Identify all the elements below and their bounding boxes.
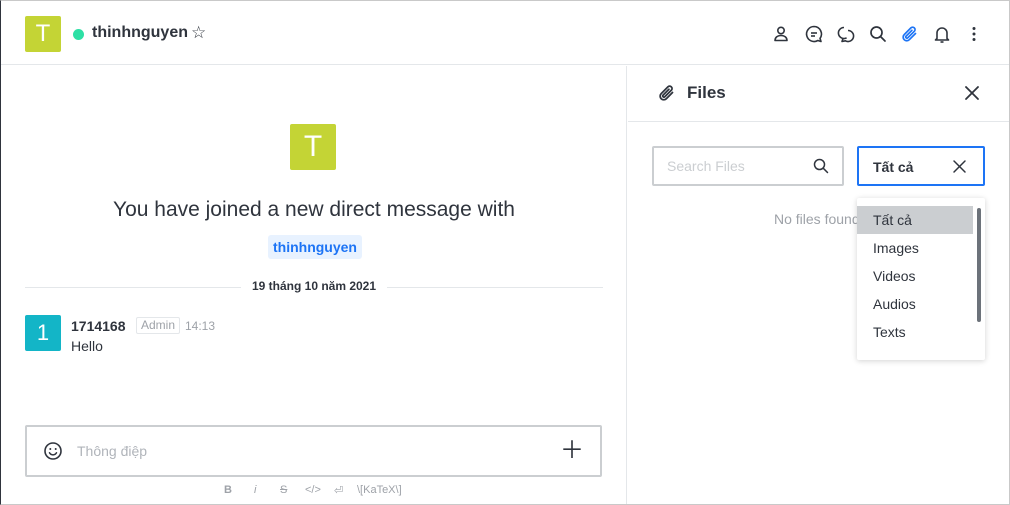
discussion-icon[interactable]: [803, 23, 825, 45]
format-multiline-button[interactable]: ⏎: [334, 484, 343, 497]
search-files-icon[interactable]: [812, 157, 830, 175]
room-header: T thinhnguyen ☆: [1, 1, 1009, 65]
joined-dm-heading: You have joined a new direct message wit…: [113, 198, 515, 221]
files-panel-header: Files: [628, 66, 1009, 122]
message-composer: ＋: [25, 425, 602, 477]
file-type-select-value: Tất cả: [873, 159, 914, 175]
formatting-toolbar: B i S </> ⏎ \[KaTeX\]: [1, 484, 627, 500]
add-action-plus-icon[interactable]: ＋: [560, 437, 584, 465]
files-search-input[interactable]: [667, 156, 807, 176]
message-timestamp: 14:13: [185, 319, 216, 333]
message-text: Hello: [71, 338, 103, 354]
favorite-star-icon[interactable]: ☆: [191, 23, 206, 43]
format-katex-button[interactable]: \[KaTeX\]: [357, 484, 402, 496]
files-panel: Files Tất cả No files found Tất cả Image…: [628, 66, 1009, 504]
dropdown-scrollbar[interactable]: [977, 208, 981, 322]
format-bold-button[interactable]: B: [224, 484, 232, 496]
online-status-dot: [73, 29, 84, 40]
role-badge: Admin: [136, 317, 181, 334]
room-avatar[interactable]: T: [25, 16, 61, 52]
user-mention[interactable]: thinhnguyen: [268, 235, 362, 259]
format-code-button[interactable]: </>: [305, 484, 321, 496]
date-divider-line-left: [25, 287, 241, 288]
files-search-box: [652, 146, 844, 186]
attachment-icon[interactable]: [899, 23, 921, 45]
dropdown-option-texts[interactable]: Texts: [857, 318, 973, 346]
date-divider: 19 tháng 10 năm 2021: [241, 279, 387, 293]
dropdown-option-videos[interactable]: Videos: [857, 262, 973, 290]
room-title[interactable]: thinhnguyen: [92, 24, 188, 42]
dropdown-option-audios[interactable]: Audios: [857, 290, 973, 318]
dropdown-option-all[interactable]: Tất cả: [857, 206, 973, 234]
message-avatar[interactable]: 1: [25, 315, 61, 351]
emoji-icon[interactable]: [42, 440, 64, 462]
file-type-select[interactable]: Tất cả: [857, 146, 985, 186]
file-type-dropdown: Tất cả Images Videos Audios Texts: [857, 198, 985, 360]
threads-icon[interactable]: [835, 23, 857, 45]
date-divider-line-right: [387, 287, 603, 288]
kebab-menu-icon[interactable]: [963, 23, 985, 45]
clear-filter-icon[interactable]: [952, 159, 967, 174]
user-info-icon[interactable]: [770, 23, 792, 45]
format-italic-button[interactable]: i: [254, 484, 256, 496]
no-files-message: No files found: [774, 211, 860, 227]
files-panel-title: Files: [687, 83, 726, 102]
dm-user-avatar[interactable]: T: [290, 124, 336, 170]
message-area: T You have joined a new direct message w…: [1, 66, 627, 504]
bell-icon[interactable]: [931, 23, 953, 45]
close-icon[interactable]: [961, 82, 983, 104]
paperclip-icon: [656, 82, 678, 104]
dropdown-option-images[interactable]: Images: [857, 234, 973, 262]
message-input[interactable]: [77, 437, 547, 465]
search-icon[interactable]: [867, 23, 889, 45]
format-strike-button[interactable]: S: [280, 484, 287, 496]
message-username[interactable]: 1714168: [71, 318, 126, 334]
